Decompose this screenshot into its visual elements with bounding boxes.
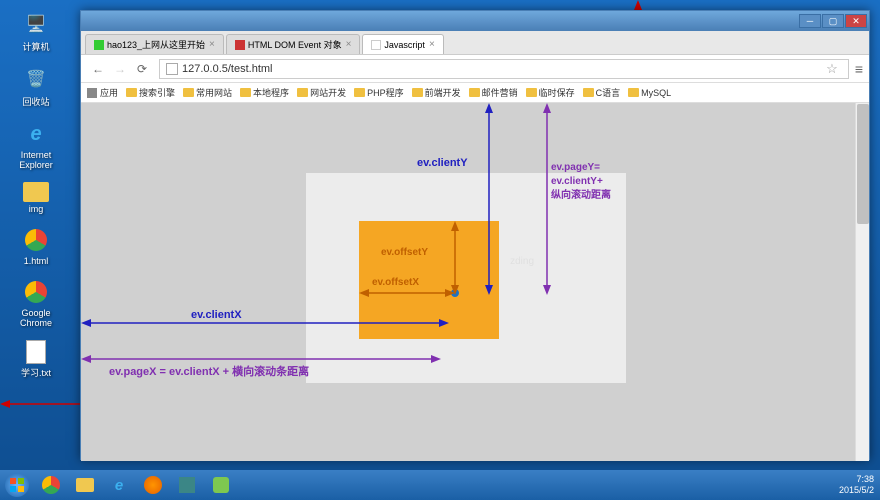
vertical-scrollbar[interactable]: [855, 103, 869, 461]
bookmark-item[interactable]: PHP程序: [354, 86, 404, 99]
clock[interactable]: 7:38 2015/5/2: [839, 474, 874, 496]
browser-window: ─ ▢ ✕ hao123_上网从这里开始 × HTML DOM Event 对象…: [80, 10, 870, 460]
pagex-label: ev.pageX = ev.clientX + 横向滚动条距离: [109, 363, 309, 379]
folder-icon: [76, 478, 94, 492]
favicon-icon: [235, 40, 245, 50]
scrollbar-thumb[interactable]: [857, 104, 869, 224]
taskbar-app2[interactable]: [206, 472, 236, 498]
folder-icon: [583, 88, 594, 97]
tab-close-icon[interactable]: ×: [429, 39, 435, 50]
folder-icon: [240, 88, 251, 97]
desktop-icon-html[interactable]: 1.html: [6, 226, 66, 266]
favicon-icon: [94, 40, 104, 50]
tab-javascript[interactable]: Javascript ×: [362, 34, 443, 54]
bookmark-item[interactable]: MySQL: [628, 88, 671, 98]
page-content: zding ev.clientY ev.clientX ev.offsetY: [81, 103, 869, 461]
desktop-icons: 🖥️ 计算机 🗑️ 回收站 e Internet Explorer img 1.…: [6, 10, 66, 391]
document-icon: [166, 63, 178, 75]
system-tray[interactable]: 7:38 2015/5/2: [839, 474, 880, 496]
desktop-icon-recycle[interactable]: 🗑️ 回收站: [6, 65, 66, 108]
folder-icon: [412, 88, 423, 97]
taskbar-chrome[interactable]: [36, 472, 66, 498]
target-point: [451, 289, 459, 297]
start-button[interactable]: [0, 470, 34, 500]
desktop-icon-computer[interactable]: 🖥️ 计算机: [6, 10, 66, 53]
star-icon[interactable]: ☆: [826, 61, 838, 77]
maximize-button[interactable]: ▢: [822, 14, 844, 28]
folder-icon: [297, 88, 308, 97]
desktop-icon-img[interactable]: img: [6, 182, 66, 214]
computer-icon: 🖥️: [22, 10, 50, 38]
ie-icon: e: [22, 120, 50, 148]
bookmark-item[interactable]: C语言: [583, 86, 621, 99]
minimize-button[interactable]: ─: [799, 14, 821, 28]
url-bar[interactable]: 127.0.0.5/test.html ☆: [159, 59, 849, 79]
desktop-icon-txt[interactable]: 学习.txt: [6, 340, 66, 379]
back-button[interactable]: ←: [89, 60, 107, 78]
bookmark-item[interactable]: 前端开发: [412, 86, 461, 99]
desktop-icon-ie[interactable]: e Internet Explorer: [6, 120, 66, 170]
taskbar-explorer[interactable]: [70, 472, 100, 498]
bookmark-item[interactable]: 本地程序: [240, 86, 289, 99]
offsety-label: ev.offsetY: [381, 247, 428, 258]
navbar: ← → ⟳ 127.0.0.5/test.html ☆ ≡: [81, 55, 869, 83]
desktop-icon-chrome[interactable]: Google Chrome: [6, 278, 66, 328]
clientx-label: ev.clientX: [191, 309, 242, 321]
chrome-icon: [42, 476, 60, 494]
folder-icon: [23, 182, 49, 202]
bookmark-item[interactable]: 搜索引擎: [126, 86, 175, 99]
apps-button[interactable]: 应用: [87, 86, 118, 99]
folder-icon: [469, 88, 480, 97]
bookmark-item[interactable]: 网站开发: [297, 86, 346, 99]
bookmark-item[interactable]: 常用网站: [183, 86, 232, 99]
folder-icon: [628, 88, 639, 97]
folder-icon: [354, 88, 365, 97]
app-icon: [213, 477, 229, 493]
forward-button[interactable]: →: [111, 60, 129, 78]
taskbar-ie[interactable]: e: [104, 472, 134, 498]
tab-close-icon[interactable]: ×: [209, 39, 215, 50]
folder-icon: [526, 88, 537, 97]
bookmarks-bar: 应用 搜索引擎 常用网站 本地程序 网站开发 PHP程序 前端开发 邮件营销 临…: [81, 83, 869, 103]
tab-hao123[interactable]: hao123_上网从这里开始 ×: [85, 34, 224, 54]
folder-icon: [126, 88, 137, 97]
reload-button[interactable]: ⟳: [133, 60, 151, 78]
menu-icon[interactable]: ≡: [855, 61, 863, 77]
clienty-label: ev.clientY: [417, 157, 468, 169]
watermark: zding: [510, 256, 534, 267]
taskbar-firefox[interactable]: [138, 472, 168, 498]
app-icon: [179, 477, 195, 493]
folder-icon: [183, 88, 194, 97]
tab-close-icon[interactable]: ×: [346, 39, 352, 50]
chrome-file-icon: [22, 226, 50, 254]
firefox-icon: [144, 476, 162, 494]
chrome-icon: [22, 278, 50, 306]
offsetx-label: ev.offsetX: [372, 277, 419, 288]
recycle-bin-icon: 🗑️: [22, 65, 50, 93]
titlebar: ─ ▢ ✕: [81, 11, 869, 31]
bookmark-item[interactable]: 邮件营销: [469, 86, 518, 99]
ie-icon: e: [115, 477, 123, 494]
tabbar: hao123_上网从这里开始 × HTML DOM Event 对象 × Jav…: [81, 31, 869, 55]
taskbar: e 7:38 2015/5/2: [0, 470, 880, 500]
favicon-icon: [371, 40, 381, 50]
text-file-icon: [26, 340, 46, 364]
taskbar-app1[interactable]: [172, 472, 202, 498]
tab-dom-event[interactable]: HTML DOM Event 对象 ×: [226, 34, 361, 54]
windows-logo-icon: [5, 473, 29, 497]
bookmark-item[interactable]: 临时保存: [526, 86, 575, 99]
pagey-label: ev.pageY= ev.clientY+ 纵向滚动距离: [551, 161, 611, 203]
apps-icon: [87, 88, 97, 98]
close-button[interactable]: ✕: [845, 14, 867, 28]
